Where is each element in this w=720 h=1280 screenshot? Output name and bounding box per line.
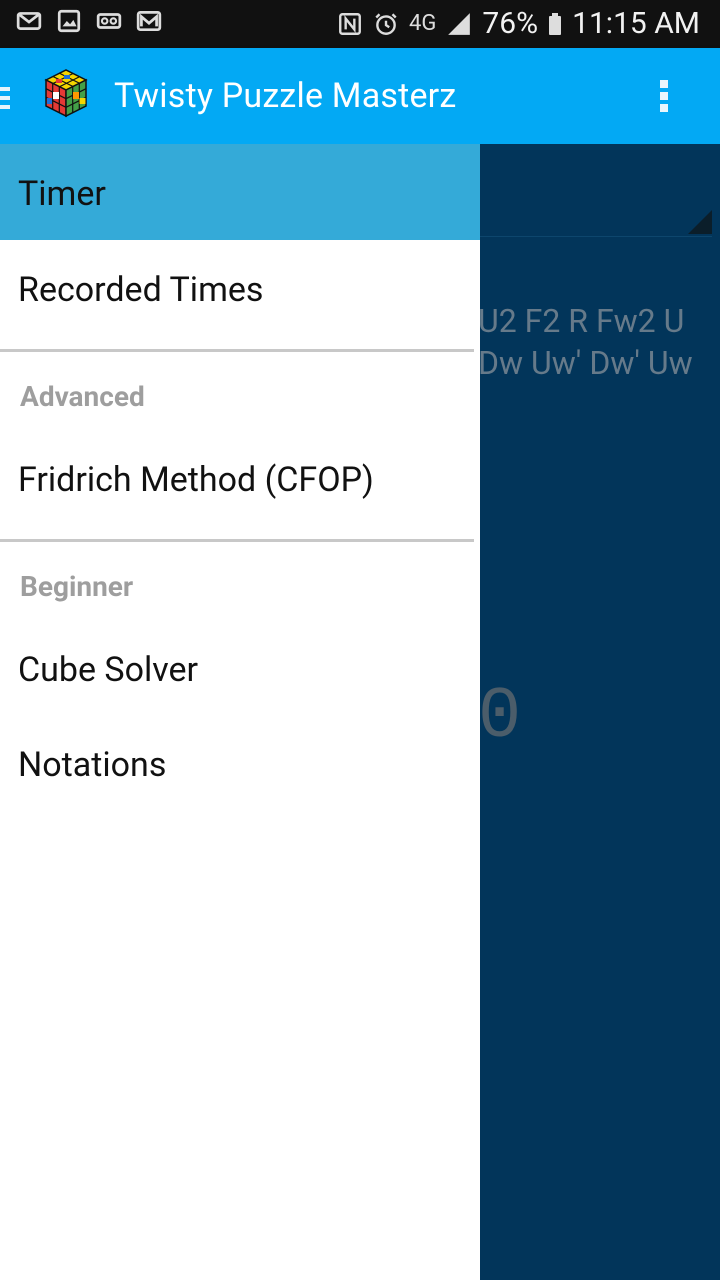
system-status: 4G 76% 11:15 AM	[337, 6, 700, 41]
drawer-item-label: Notations	[18, 745, 167, 785]
dropdown-arrow-icon[interactable]	[688, 210, 712, 234]
gmail-icon	[136, 10, 162, 32]
drawer-item-label: Cube Solver	[18, 650, 199, 690]
drawer-item-timer[interactable]: Timer	[0, 144, 480, 240]
rubiks-cube-logo	[44, 69, 88, 118]
voicemail-icon	[96, 13, 122, 29]
navigation-drawer: Timer Recorded Times Advanced Fridrich M…	[0, 144, 480, 1280]
hamburger-icon[interactable]	[0, 82, 10, 112]
battery-percent: 76%	[482, 6, 539, 41]
drawer-item-label: Fridrich Method (CFOP)	[18, 460, 374, 500]
overflow-menu-icon[interactable]	[656, 76, 672, 120]
drawer-item-fridrich-method[interactable]: Fridrich Method (CFOP)	[0, 432, 480, 528]
puzzle-dropdown-underline	[480, 236, 712, 237]
app-title: Twisty Puzzle Masterz	[114, 76, 457, 116]
network-type-label: 4G	[409, 11, 437, 36]
clock: 11:15 AM	[572, 6, 700, 41]
drawer-divider	[0, 539, 474, 542]
scramble-line-2: Dw Uw' Dw' Uw	[478, 344, 693, 382]
section-title-advanced: Advanced	[20, 380, 145, 413]
scramble-line-1: U2 F2 R Fw2 U	[478, 302, 685, 340]
timer-display[interactable]: 0	[478, 676, 523, 758]
mail-icon	[16, 12, 42, 30]
drawer-item-label: Recorded Times	[18, 270, 264, 310]
alarm-icon	[375, 12, 397, 35]
status-bar: 4G 76% 11:15 AM	[0, 0, 720, 48]
notification-icons	[16, 8, 162, 34]
drawer-item-label: Timer	[18, 174, 106, 214]
section-title-beginner: Beginner	[20, 570, 134, 603]
nfc-icon	[339, 12, 361, 35]
battery-icon	[549, 12, 562, 35]
image-icon	[57, 9, 81, 33]
drawer-item-recorded-times[interactable]: Recorded Times	[0, 240, 480, 336]
signal-icon	[448, 12, 471, 35]
drawer-divider	[0, 349, 474, 352]
drawer-item-cube-solver[interactable]: Cube Solver	[0, 622, 480, 718]
drawer-item-notations[interactable]: Notations	[0, 717, 480, 813]
scramble-text: U2 F2 R Fw2 U Dw Uw' Dw' Uw	[478, 300, 720, 384]
